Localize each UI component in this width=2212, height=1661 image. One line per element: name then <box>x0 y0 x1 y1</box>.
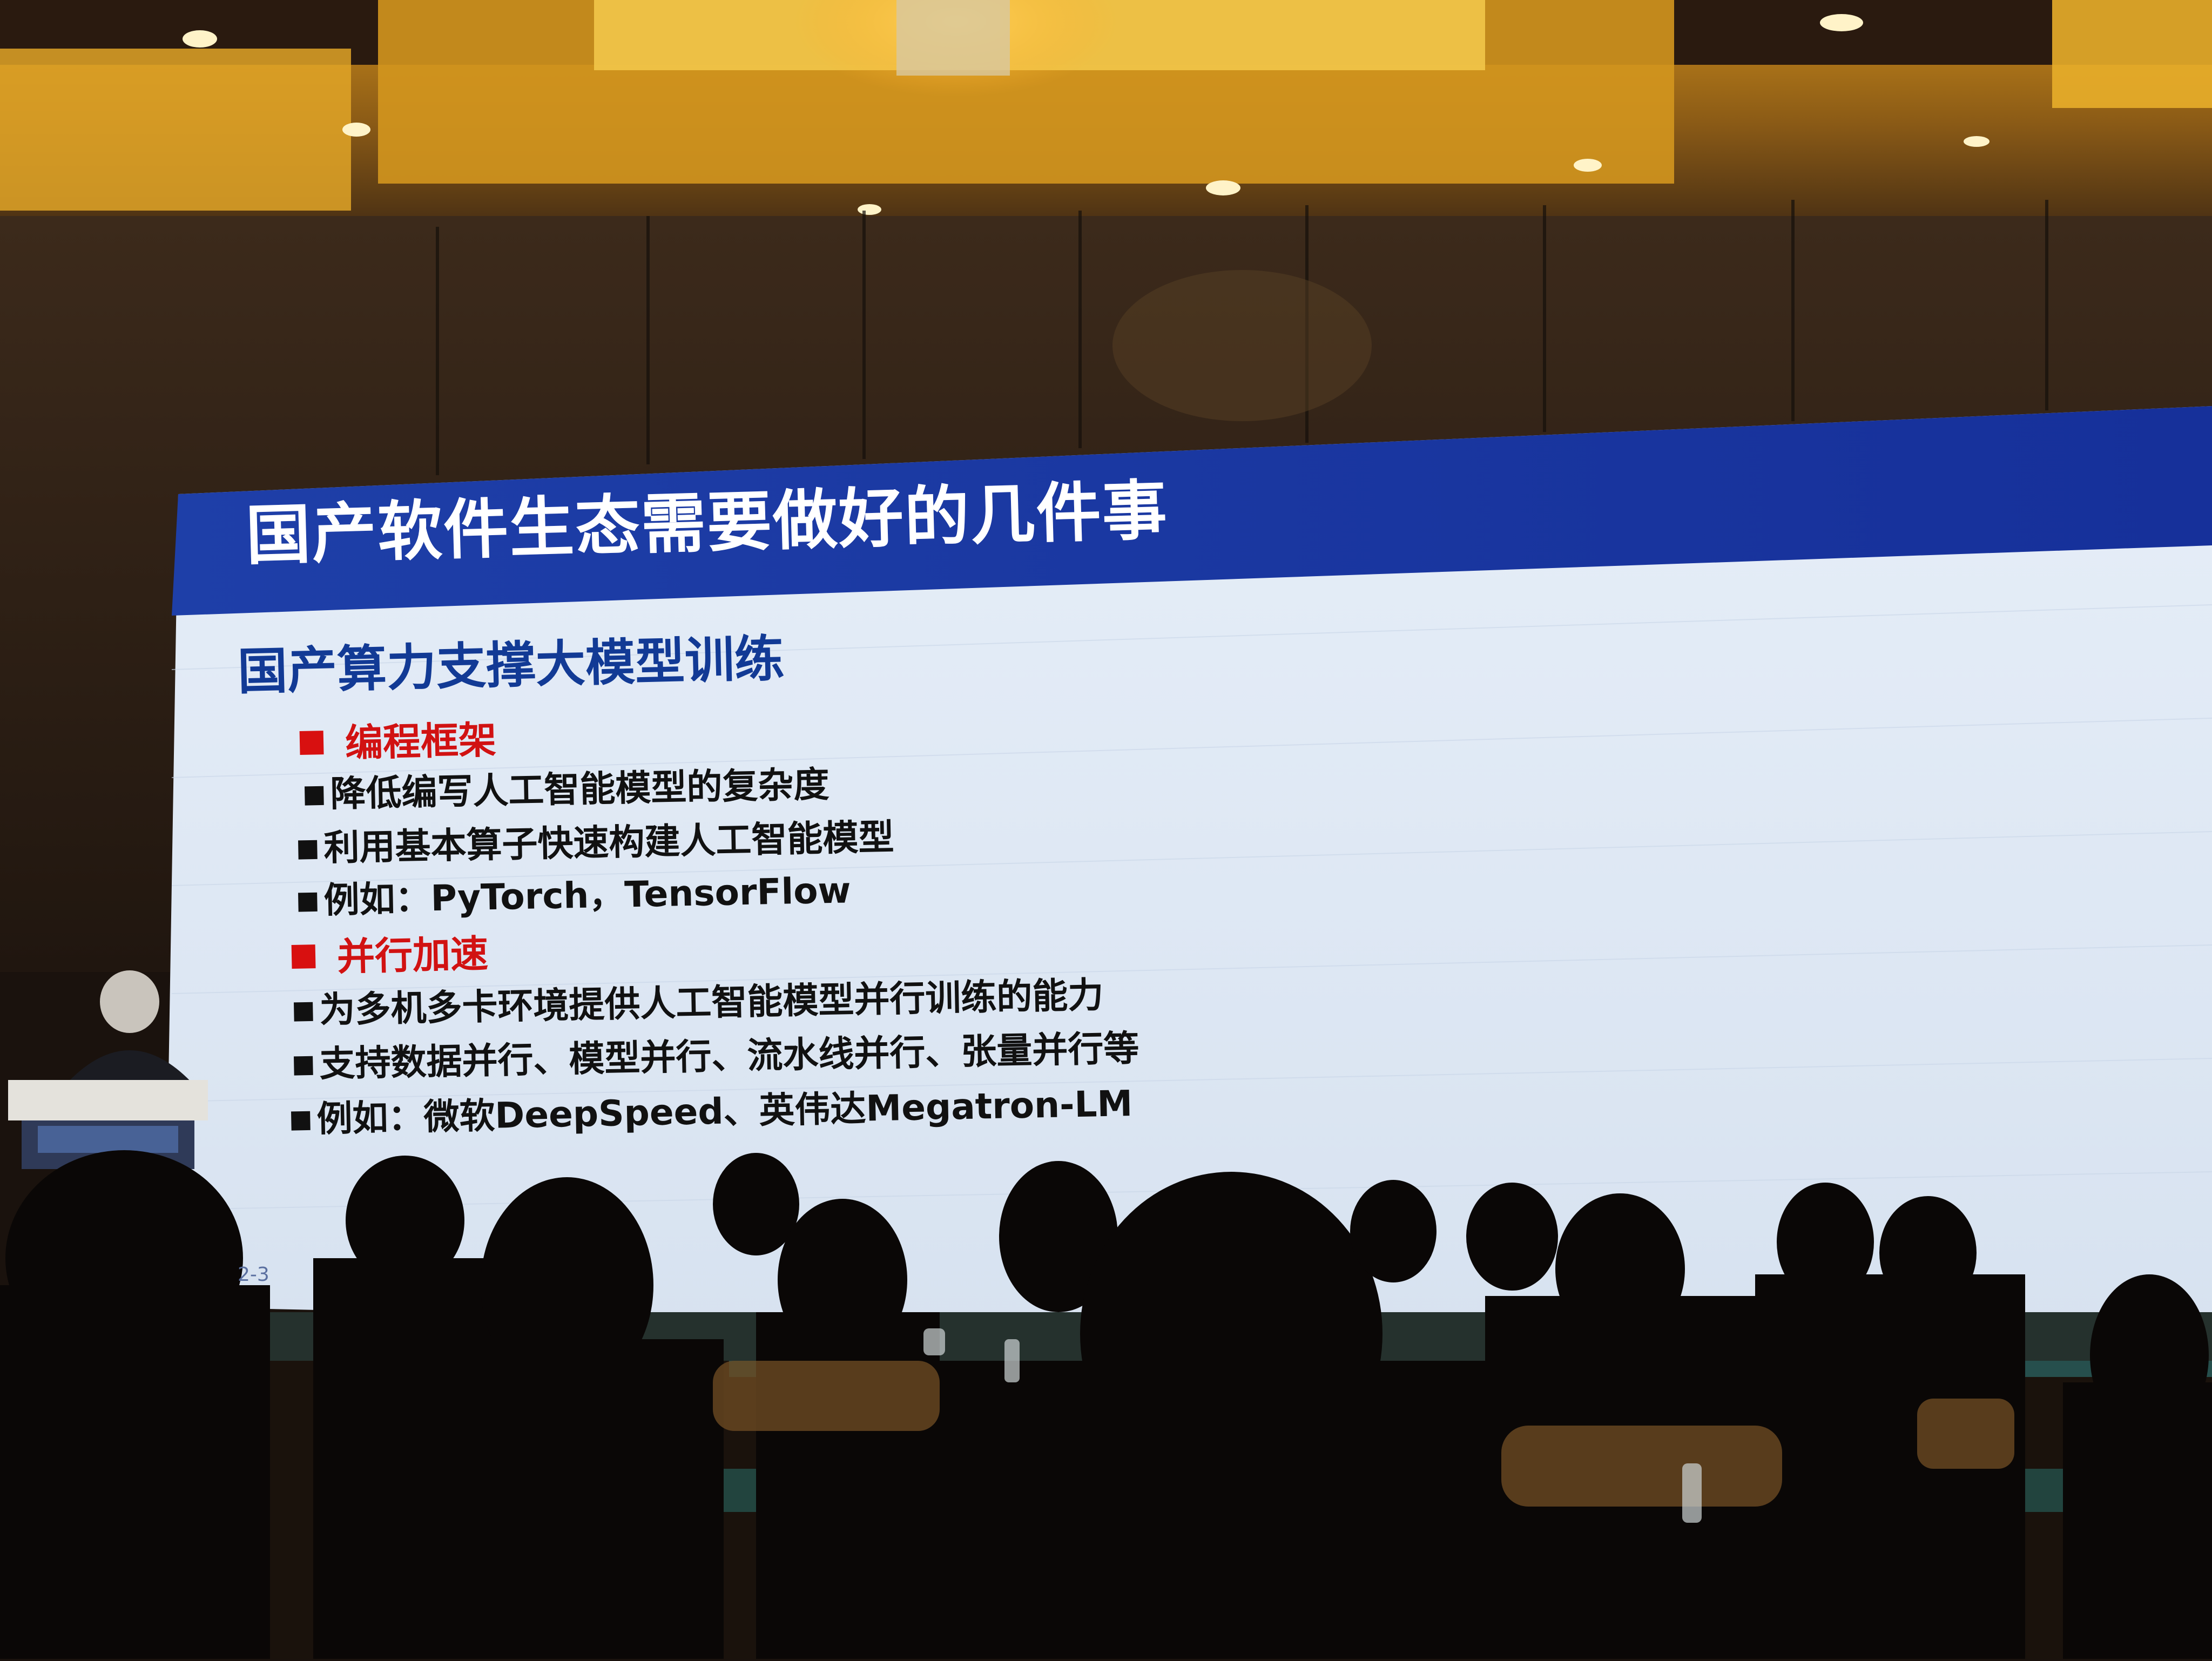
bullet-item: ■ 降低编写人工智能模型的复杂度 <box>302 755 830 818</box>
section-heading-programming-framework: 编程框架 <box>299 710 497 768</box>
bullet-item-text: 例如：微软DeepSpeed、英伟达Megatron-LM <box>316 1083 1133 1140</box>
conference-photo: 国产软件生态需要做好的几件事 国产算力支撑大模型训练 编程框架 ■ 降低编写人工智… <box>0 0 2212 1659</box>
red-square-bullet-icon <box>291 944 316 969</box>
black-square-bullet-icon: ■ <box>295 885 320 915</box>
slide-subtitle: 国产算力支撑大模型训练 <box>237 630 785 701</box>
black-square-bullet-icon: ■ <box>288 1104 313 1133</box>
bullet-item-text: 降低编写人工智能模型的复杂度 <box>329 764 830 815</box>
black-square-bullet-icon: ■ <box>291 1049 316 1078</box>
black-square-bullet-icon: ■ <box>302 779 327 808</box>
bullet-item-text: 例如：PyTorch，TensorFlow <box>323 869 852 922</box>
bullet-item: ■ 例如：PyTorch，TensorFlow <box>295 861 852 924</box>
slide-page-number: 2-3 <box>238 1264 269 1286</box>
bullet-item-text: 支持数据并行、模型并行、流水线并行、张量并行等 <box>319 1027 1140 1085</box>
section-heading-label: 编程框架 <box>345 718 497 766</box>
black-square-bullet-icon: ■ <box>291 995 316 1024</box>
red-square-bullet-icon <box>299 731 324 755</box>
section-heading-parallel-acceleration: 并行加速 <box>291 923 489 982</box>
slide-title: 国产软件生态需要做好的几件事 <box>245 473 1169 574</box>
black-square-bullet-icon: ■ <box>295 833 320 862</box>
bullet-item-text: 利用基本算子快速构建人工智能模型 <box>323 816 895 869</box>
projection-slide: 国产软件生态需要做好的几件事 国产算力支撑大模型训练 编程框架 ■ 降低编写人工智… <box>0 0 2212 1659</box>
section-heading-label: 并行加速 <box>336 931 489 980</box>
